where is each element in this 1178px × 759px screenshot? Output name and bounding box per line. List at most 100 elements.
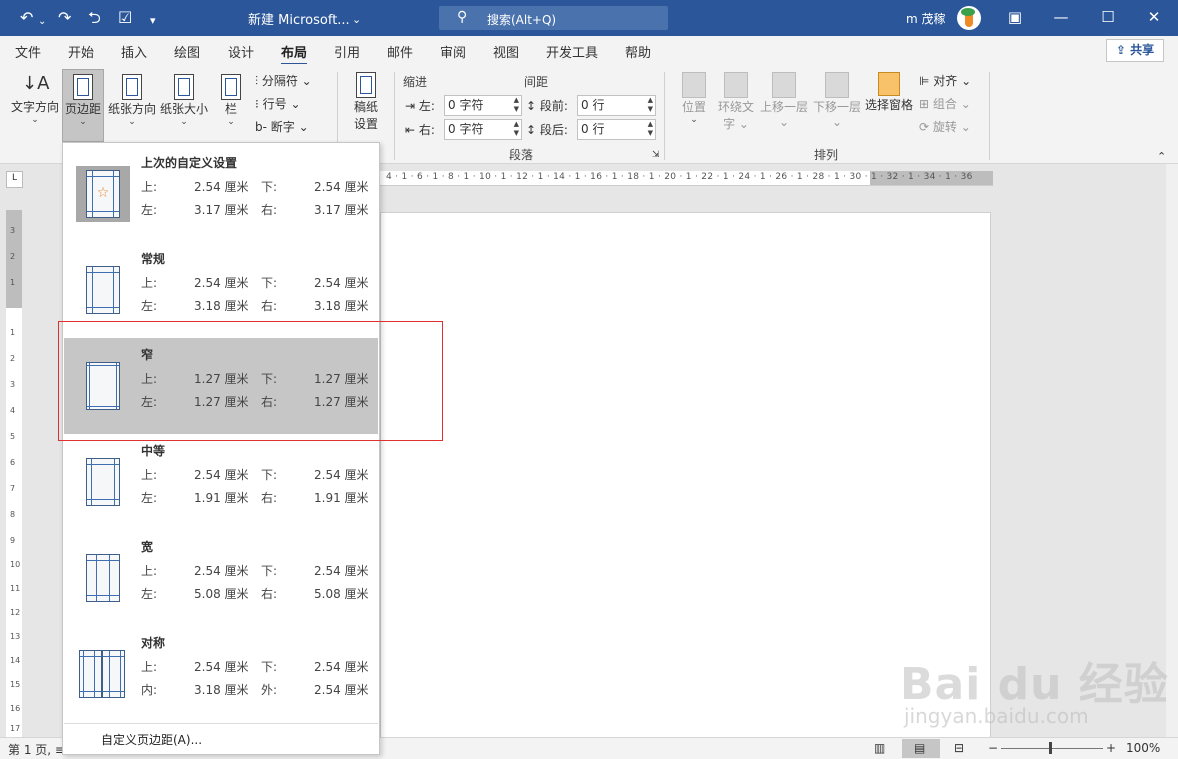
title-dropdown-icon[interactable]: ⌄: [352, 10, 361, 30]
redo-icon[interactable]: ↷: [58, 8, 71, 28]
user-name[interactable]: m 茂稼: [906, 10, 946, 27]
indent-right-text: 右:: [418, 123, 435, 137]
text-direction-button[interactable]: ↓A 文字方向 ⌄: [8, 70, 62, 136]
space-after-input[interactable]: 0 行 ▲ ▼: [577, 119, 656, 140]
arrange-group-label: 排列: [814, 148, 839, 162]
divider: [664, 72, 665, 160]
paper-setting-button[interactable]: 稿纸 设置: [346, 72, 386, 142]
zoom-slider-thumb[interactable]: [1049, 742, 1052, 754]
tab-help[interactable]: 帮助: [625, 42, 651, 61]
spinner-arrows-icon[interactable]: ▲ ▼: [514, 120, 519, 138]
close-button[interactable]: ✕: [1139, 8, 1169, 26]
space-before-input[interactable]: 0 行 ▲ ▼: [577, 95, 656, 116]
page-count[interactable]: 第 1 页, ≡: [8, 741, 65, 758]
web-layout-icon[interactable]: ⊟: [954, 741, 964, 755]
position-button[interactable]: 位置 ⌄: [676, 72, 712, 142]
vertical-ruler-number: 15: [10, 680, 21, 689]
customize-quick-access-icon[interactable]: ▾: [150, 11, 156, 31]
indent-left-text: 左:: [418, 99, 435, 113]
page-preview: [86, 266, 120, 314]
zoom-in-button[interactable]: +: [1106, 741, 1116, 755]
ruler-numbers: 4 · 1 · 6 · 1 · 8 · 1 · 10 · 1 · 12 · 1 …: [386, 172, 973, 182]
margin-left-value: 1.91 厘米: [194, 491, 249, 505]
tab-selector[interactable]: L: [6, 171, 23, 188]
vertical-ruler-number: 6: [10, 458, 16, 467]
align-button[interactable]: ⊫ 对齐 ⌄: [919, 72, 971, 89]
form-icon[interactable]: ☑: [118, 8, 132, 28]
zoom-level[interactable]: 100%: [1126, 741, 1160, 755]
document-title[interactable]: 新建 Microsoft...: [248, 9, 350, 28]
share-icon: ⇪: [1115, 43, 1126, 57]
tab-draw[interactable]: 绘图: [174, 42, 200, 61]
tab-insert[interactable]: 插入: [121, 42, 147, 61]
bring-forward-button[interactable]: 上移一层 ⌄: [758, 72, 810, 132]
undo-dropdown-icon[interactable]: ⌄: [38, 12, 46, 32]
tab-file[interactable]: 文件: [15, 42, 41, 61]
spinner-arrows-icon[interactable]: ▲ ▼: [648, 96, 653, 114]
margin-left-label: 左:: [141, 587, 158, 601]
send-backward-button[interactable]: 下移一层 ⌄: [811, 72, 863, 132]
selection-pane-button[interactable]: 选择窗格: [864, 72, 914, 132]
vertical-ruler-number: 16: [10, 704, 21, 713]
avatar[interactable]: [957, 6, 981, 30]
breaks-button[interactable]: ⫶ 分隔符 ⌄: [255, 72, 312, 89]
tab-layout[interactable]: 布局: [281, 42, 308, 65]
send-backward-label: 下移一层 ⌄: [812, 100, 861, 129]
annotation-highlight-box: [58, 321, 443, 441]
columns-button[interactable]: 栏 ⌄: [216, 70, 246, 136]
margins-button[interactable]: 页边距 ⌄: [62, 69, 104, 142]
vertical-ruler-number: 9: [10, 536, 16, 545]
rotate-button[interactable]: ⟳ 旋转 ⌄: [919, 118, 971, 135]
selection-pane-icon: [878, 72, 900, 96]
tab-references[interactable]: 引用: [334, 42, 360, 61]
undo-icon[interactable]: ↶: [20, 8, 33, 28]
group-button[interactable]: ⊞ 组合 ⌄: [919, 95, 971, 112]
vertical-ruler-number: 12: [10, 608, 21, 617]
orientation-button[interactable]: 纸张方向 ⌄: [106, 70, 158, 136]
maximize-button[interactable]: ☐: [1093, 8, 1123, 26]
page-preview: [102, 650, 125, 698]
size-button[interactable]: 纸张大小 ⌄: [158, 70, 210, 136]
rotate-label: 旋转 ⌄: [932, 120, 971, 134]
hyphenation-button[interactable]: b- 断字 ⌄: [255, 118, 309, 135]
tab-home[interactable]: 开始: [68, 42, 94, 61]
wrap-text-button[interactable]: 环绕文 字 ⌄: [715, 72, 757, 142]
tab-developer[interactable]: 开发工具: [546, 42, 598, 61]
indent-right-input[interactable]: 0 字符 ▲ ▼: [444, 119, 522, 140]
ribbon-display-options-icon[interactable]: ▣: [1000, 8, 1030, 26]
horizontal-ruler[interactable]: 4 · 1 · 6 · 1 · 8 · 1 · 10 · 1 · 12 · 1 …: [380, 171, 993, 186]
margin-option-last-custom[interactable]: 上次的自定义设置 ☆ 上: 2.54 厘米 下: 2.54 厘米 左: 3.17…: [64, 146, 378, 242]
tab-design[interactable]: 设计: [228, 42, 254, 61]
tab-view[interactable]: 视图: [493, 42, 519, 61]
spinner-arrows-icon[interactable]: ▲ ▼: [648, 120, 653, 138]
paragraph-dialog-launcher-icon[interactable]: ⇲: [652, 150, 660, 160]
line-numbers-button[interactable]: ⁝ 行号 ⌄: [255, 95, 301, 112]
share-button[interactable]: ⇪ 共享: [1106, 39, 1164, 62]
space-before-icon: ↕: [526, 99, 537, 113]
search-box[interactable]: ⚲ 搜索(Alt+Q): [439, 6, 668, 30]
margin-top-value: 2.54 厘米: [194, 564, 249, 578]
tab-mailings[interactable]: 邮件: [387, 42, 413, 61]
tab-stop-icon: L: [11, 173, 17, 183]
page-preview: ☆: [86, 170, 120, 218]
tab-review[interactable]: 审阅: [440, 42, 466, 61]
margin-right-label: 右:: [261, 587, 278, 601]
margin-left-value: 3.17 厘米: [194, 203, 249, 217]
indent-left-input[interactable]: 0 字符 ▲ ▼: [444, 95, 522, 116]
vertical-ruler[interactable]: 3 2 1 1 2 3 4 5 6 7 8 9 10 11 12 13 14 1…: [6, 210, 22, 740]
margin-option-wide[interactable]: 宽 上: 2.54 厘米 下: 2.54 厘米 左: 5.08 厘米 右: 5.…: [64, 530, 378, 626]
collapse-ribbon-icon[interactable]: ⌃: [1157, 150, 1166, 163]
space-before-label: ↕ 段前:: [526, 97, 568, 114]
margin-option-moderate[interactable]: 中等 上: 2.54 厘米 下: 2.54 厘米 左: 1.91 厘米 右: 1…: [64, 434, 378, 530]
print-layout-icon[interactable]: ▤: [914, 741, 925, 755]
zoom-slider[interactable]: [1001, 748, 1103, 749]
zoom-out-button[interactable]: −: [988, 741, 998, 755]
read-mode-icon[interactable]: ▥: [874, 741, 885, 755]
margin-left-label: 左:: [141, 491, 158, 505]
vertical-ruler-number: 17: [10, 724, 21, 733]
custom-margins-menu-item[interactable]: 自定义页边距(A)...: [101, 731, 202, 748]
minimize-button[interactable]: —: [1046, 8, 1076, 26]
repeat-icon[interactable]: ⮌: [88, 8, 101, 28]
margin-option-mirrored[interactable]: 对称 上: 2.54 厘米 下: 2.54 厘米 内: 3.18 厘米 外: 2…: [64, 626, 378, 722]
spinner-arrows-icon[interactable]: ▲ ▼: [514, 96, 519, 114]
